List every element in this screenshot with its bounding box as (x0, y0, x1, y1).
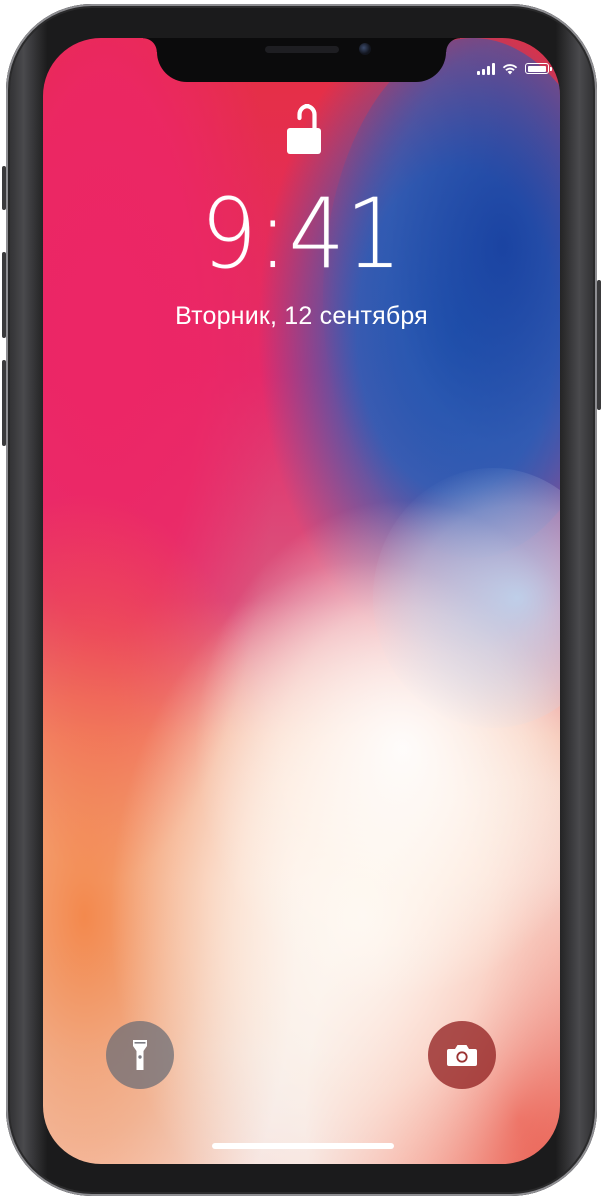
front-camera (359, 43, 371, 55)
lockscreen-date: Вторник, 12 сентября (175, 302, 428, 330)
flashlight-button[interactable] (106, 1021, 174, 1089)
wifi-icon (502, 64, 518, 75)
lockscreen-clock: 9:41 (200, 178, 403, 290)
camera-icon (447, 1045, 477, 1066)
camera-button[interactable] (428, 1021, 496, 1089)
flashlight-icon (133, 1040, 147, 1070)
status-bar (477, 62, 552, 75)
unlocked-padlock-icon[interactable] (287, 104, 321, 154)
home-indicator[interactable] (212, 1143, 394, 1149)
earpiece-speaker (265, 46, 339, 53)
side-power-button (597, 280, 601, 410)
volume-down-button (2, 360, 6, 446)
battery-level-fill (527, 65, 546, 72)
cellular-signal-icon (477, 62, 495, 75)
display-notch (143, 38, 460, 82)
battery-icon (525, 63, 552, 74)
